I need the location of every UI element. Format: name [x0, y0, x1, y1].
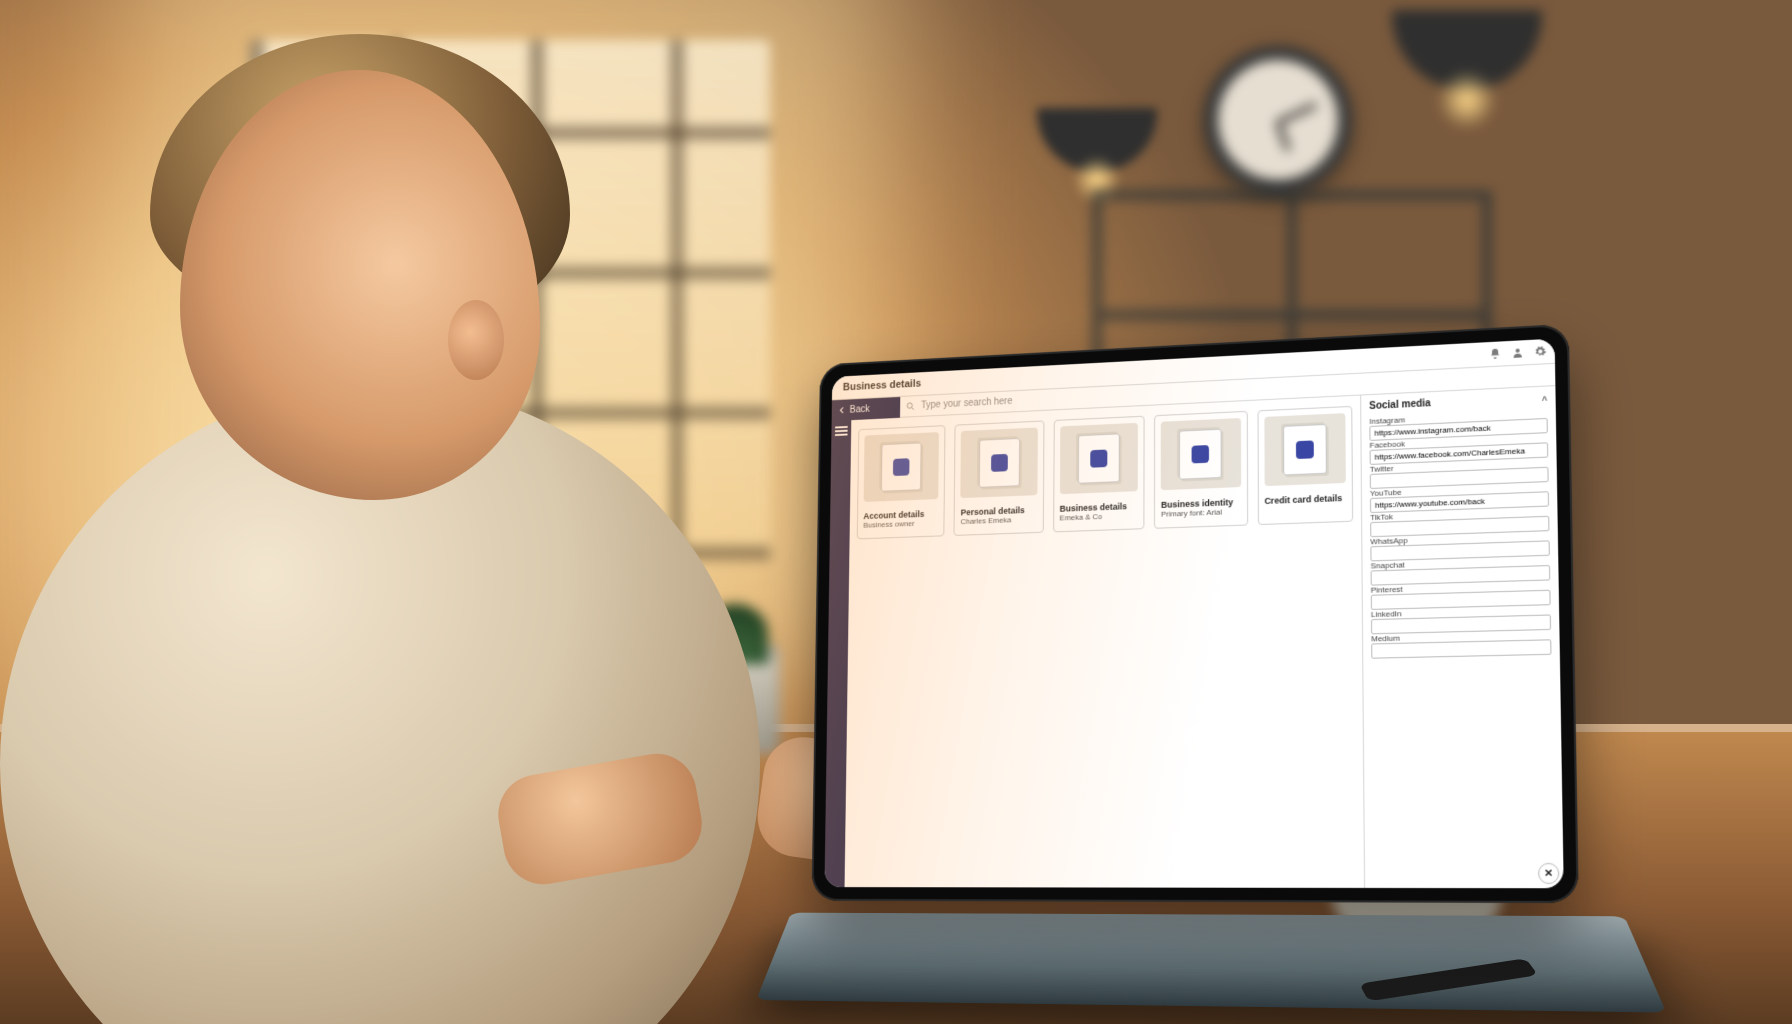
laptop-keyboard [756, 913, 1666, 1013]
card-business-identity[interactable]: Business identityPrimary font: Arial [1154, 411, 1248, 529]
hamburger-icon [835, 426, 848, 428]
app-ui: Business details Back Type your search h… [824, 339, 1563, 889]
user-icon[interactable] [1511, 346, 1524, 359]
field-input-tiktok[interactable] [1370, 516, 1549, 537]
card-thumb [1264, 413, 1346, 486]
field-input-linkedin[interactable] [1371, 614, 1551, 634]
card-personal-details[interactable]: Personal detailsCharles Emeka [954, 420, 1044, 536]
card-subtitle: Business owner [863, 518, 938, 531]
main-content: Account detailsBusiness owner Personal de… [845, 396, 1365, 888]
card-business-details[interactable]: Business detailsEmeka & Co [1053, 416, 1145, 533]
close-button[interactable]: ✕ [1538, 863, 1559, 884]
search-placeholder: Type your search here [921, 396, 1013, 411]
search-icon [906, 401, 916, 412]
field-input-twitter[interactable] [1370, 467, 1549, 489]
document-icon [1078, 433, 1120, 483]
bell-icon[interactable] [1489, 347, 1501, 360]
cards-row: Account detailsBusiness owner Personal de… [857, 406, 1353, 540]
card-meta: Personal detailsCharles Emeka [955, 501, 1043, 536]
gear-icon[interactable] [1534, 345, 1547, 358]
page-title: Business details [839, 378, 921, 394]
laptop-screen-frame: Business details Back Type your search h… [811, 324, 1578, 903]
card-meta: Business detailsEmeka & Co [1054, 497, 1144, 532]
laptop: Business details Back Type your search h… [811, 324, 1578, 903]
card-account-details[interactable]: Account detailsBusiness owner [857, 425, 946, 540]
desk-plant-small [690, 644, 780, 754]
app-body: Account detailsBusiness owner Personal de… [824, 386, 1563, 888]
card-thumb [961, 427, 1038, 498]
pendant-lamp [1392, 10, 1542, 90]
laptop-screen: Business details Back Type your search h… [824, 339, 1563, 889]
card-title: Credit card details [1264, 493, 1346, 506]
card-meta: Credit card details [1258, 489, 1352, 514]
chevron-left-icon [837, 405, 846, 415]
chevron-up-icon[interactable]: ˄ [1542, 393, 1548, 403]
card-subtitle: Emeka & Co [1060, 511, 1138, 524]
card-thumb [864, 432, 940, 502]
pendant-lamp [1037, 108, 1157, 172]
wall-clock [1204, 46, 1352, 194]
back-label: Back [850, 404, 870, 415]
card-subtitle: Charles Emeka [960, 515, 1037, 528]
panel-heading-text: Social media [1369, 398, 1431, 412]
side-panel-social: Social media ˄ InstagramFacebookTwitterY… [1360, 386, 1564, 888]
card-meta: Business identityPrimary font: Arial [1155, 493, 1247, 528]
document-icon [881, 442, 922, 491]
document-icon [979, 438, 1020, 488]
card-thumb [1161, 418, 1241, 490]
document-icon [1283, 424, 1327, 476]
window-light [250, 40, 770, 560]
panel-fields: InstagramFacebookTwitterYouTubeTikTokWha… [1369, 409, 1551, 659]
card-subtitle: Primary font: Arial [1161, 507, 1241, 520]
card-credit-card-details[interactable]: Credit card details [1257, 406, 1353, 526]
card-thumb [1060, 423, 1138, 494]
card-meta: Account detailsBusiness owner [858, 505, 944, 539]
field-input-medium[interactable] [1371, 639, 1551, 658]
document-icon [1179, 429, 1222, 480]
